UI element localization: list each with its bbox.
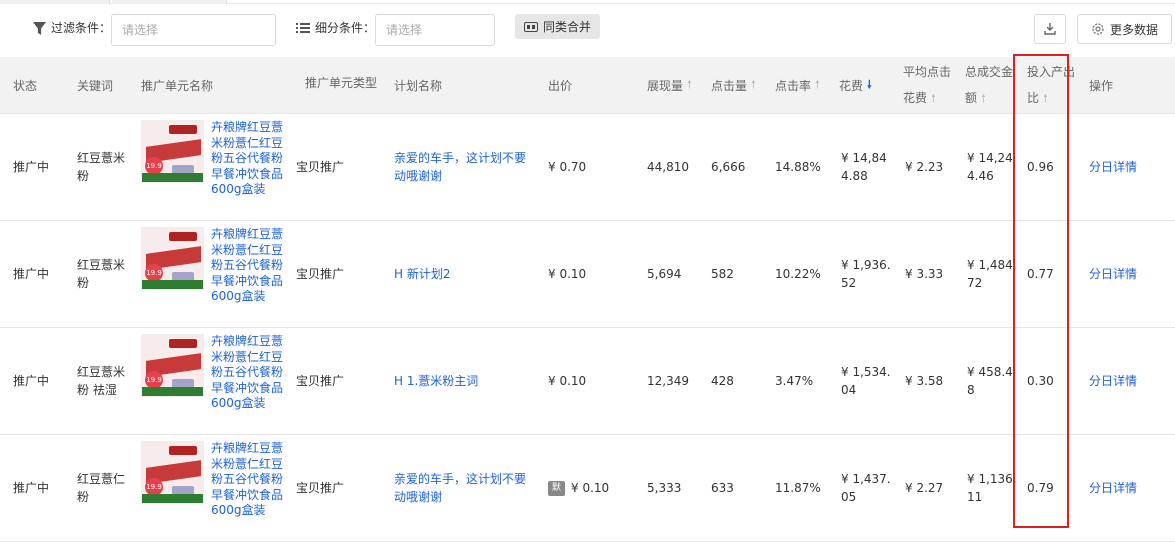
product-name-link[interactable]: 卉粮牌红豆薏米粉薏仁红豆粉五谷代餐粉早餐冲饮食品600g盒装 [211, 120, 283, 198]
keyword-text: 红豆薏仁粉 [77, 472, 126, 504]
sub-condition-select[interactable] [375, 14, 495, 46]
product-name-link[interactable]: 卉粮牌红豆薏米粉薏仁红豆粉五谷代餐粉早餐冲饮食品600g盒装 [211, 227, 283, 305]
default-bid-icon: 默 [548, 481, 565, 496]
keyword-text: 红豆薏米粉 [77, 258, 126, 290]
keyword-text: 红豆薏米粉 [77, 151, 126, 183]
clicks-value: 582 [711, 267, 734, 281]
bid-value: ¥ 0.10 [548, 374, 587, 388]
cost-value: ¥ 1,437.05 [841, 472, 891, 504]
ctr-value: 3.47% [775, 374, 814, 388]
cpc-value: ¥ 2.27 [905, 481, 944, 495]
col-impressions[interactable]: 展现量 🠕 [647, 57, 692, 114]
cpc-value: ¥ 2.23 [905, 160, 944, 174]
col-unit-name: 推广单元名称 [141, 79, 214, 93]
merge-similar-button[interactable]: 同类合并 [515, 14, 600, 39]
gmv-value: ¥ 14,244.46 [967, 151, 1013, 183]
ctr-value: 10.22% [775, 267, 821, 281]
more-data-button[interactable]: 更多数据 [1077, 14, 1172, 44]
col-status: 状态 [13, 79, 38, 93]
bid-value: ¥ 0.70 [548, 160, 587, 174]
clicks-value: 428 [711, 374, 734, 388]
product-name-link[interactable]: 卉粮牌红豆薏米粉薏仁红豆粉五谷代餐粉早餐冲饮食品600g盒装 [211, 334, 283, 412]
table-row: 推广中 红豆薏仁粉 19.9 卉粮牌红豆薏米粉薏仁红豆粉五谷代餐粉早餐冲饮食品6… [0, 435, 1175, 542]
cost-value: ¥ 14,844.88 [841, 151, 887, 183]
impressions-value: 12,349 [647, 374, 689, 388]
status-text: 推广中 [13, 160, 50, 174]
status-text: 推广中 [13, 267, 50, 281]
bid-cell: ¥ 0.10 [548, 372, 586, 390]
daily-details-link[interactable]: 分日详情 [1089, 265, 1137, 283]
keyword-text: 红豆薏米粉 祛湿 [77, 365, 126, 397]
daily-details-link[interactable]: 分日详情 [1089, 372, 1137, 390]
plan-name-link[interactable]: 亲爱的车手，这计划不要动哦谢谢 [394, 149, 534, 185]
bid-cell: 默 ¥ 0.10 [548, 479, 609, 497]
filter-bar: 过滤条件： 细分条件： 同类合并 更多数据 [0, 4, 1175, 58]
unit-type-text: 宝贝推广 [296, 481, 345, 495]
funnel-icon [33, 21, 46, 35]
sort-up-icon: 🠕 [931, 92, 936, 105]
filter-condition-select[interactable] [111, 14, 276, 46]
bid-value: ¥ 0.10 [571, 481, 610, 495]
product-thumbnail[interactable]: 19.9 [141, 120, 204, 183]
col-unit-type: 推广单元类型 [305, 75, 378, 90]
roi-highlight-box [1013, 54, 1069, 528]
impressions-value: 44,810 [647, 160, 689, 174]
bid-value: ¥ 0.10 [548, 267, 587, 281]
cpc-value: ¥ 3.58 [905, 374, 944, 388]
unit-type-text: 宝贝推广 [296, 267, 345, 281]
gmv-value: ¥ 458.48 [967, 365, 1013, 397]
table-header: 状态 关键词 推广单元名称 推广单元类型 计划名称 出价 展现量 🠕 点击量 🠕 点… [0, 57, 1175, 114]
product-thumbnail[interactable]: 19.9 [141, 227, 204, 290]
gear-icon [1092, 23, 1104, 35]
table-row: 推广中 红豆薏米粉 19.9 卉粮牌红豆薏米粉薏仁红豆粉五谷代餐粉早餐冲饮食品6… [0, 221, 1175, 328]
plan-name-link[interactable]: H 新计划2 [394, 265, 534, 283]
filter-condition-label: 过滤条件： [33, 18, 111, 38]
col-bid: 出价 [548, 79, 573, 93]
merge-icon [523, 21, 538, 32]
sort-up-icon: 🠕 [687, 78, 692, 91]
unit-type-text: 宝贝推广 [296, 374, 345, 388]
daily-details-link[interactable]: 分日详情 [1089, 158, 1137, 176]
sub-condition-label: 细分条件： [296, 18, 375, 38]
table-row: 推广中 红豆薏米粉 19.9 卉粮牌红豆薏米粉薏仁红豆粉五谷代餐粉早餐冲饮食品6… [0, 114, 1175, 221]
plan-name-link[interactable]: H 1.薏米粉主词 [394, 372, 534, 390]
product-thumbnail[interactable]: 19.9 [141, 441, 204, 504]
gmv-value: ¥ 1,136.11 [967, 472, 1017, 504]
col-cost[interactable]: 花费 🠗 [839, 57, 872, 114]
col-clicks[interactable]: 点击量 🠕 [711, 57, 756, 114]
status-text: 推广中 [13, 374, 50, 388]
col-keyword: 关键词 [77, 79, 114, 93]
bid-cell: ¥ 0.10 [548, 265, 586, 283]
cost-value: ¥ 1,936.52 [841, 258, 891, 290]
sort-up-icon: 🠕 [751, 78, 756, 91]
col-action: 操作 [1089, 79, 1114, 93]
daily-details-link[interactable]: 分日详情 [1089, 479, 1137, 497]
product-name-link[interactable]: 卉粮牌红豆薏米粉薏仁红豆粉五谷代餐粉早餐冲饮食品600g盒装 [211, 441, 283, 519]
download-button[interactable] [1034, 14, 1066, 44]
gmv-value: ¥ 1,484.72 [967, 258, 1017, 290]
table-row: 推广中 红豆薏米粉 祛湿 19.9 卉粮牌红豆薏米粉薏仁红豆粉五谷代餐粉早餐冲饮… [0, 328, 1175, 435]
clicks-value: 633 [711, 481, 734, 495]
impressions-value: 5,694 [647, 267, 682, 281]
download-icon [1044, 23, 1056, 35]
list-icon [296, 23, 310, 33]
status-text: 推广中 [13, 481, 50, 495]
cpc-value: ¥ 3.33 [905, 267, 944, 281]
sort-down-icon: 🠗 [867, 78, 872, 91]
plan-name-link[interactable]: 亲爱的车手，这计划不要动哦谢谢 [394, 470, 534, 506]
ctr-value: 11.87% [775, 481, 821, 495]
impressions-value: 5,333 [647, 481, 682, 495]
col-gmv[interactable]: 总成交金 额 🠕 [965, 57, 1013, 114]
sort-up-icon: 🠕 [815, 78, 820, 91]
unit-type-text: 宝贝推广 [296, 160, 345, 174]
bid-cell: ¥ 0.70 [548, 158, 586, 176]
col-ctr[interactable]: 点击率 🠕 [775, 57, 820, 114]
col-plan: 计划名称 [394, 79, 443, 93]
col-cpc[interactable]: 平均点击 花费 🠕 [903, 57, 951, 114]
clicks-value: 6,666 [711, 160, 746, 174]
product-thumbnail[interactable]: 19.9 [141, 334, 204, 397]
cost-value: ¥ 1,534.04 [841, 365, 891, 397]
sort-up-icon: 🠕 [981, 92, 986, 105]
ctr-value: 14.88% [775, 160, 821, 174]
